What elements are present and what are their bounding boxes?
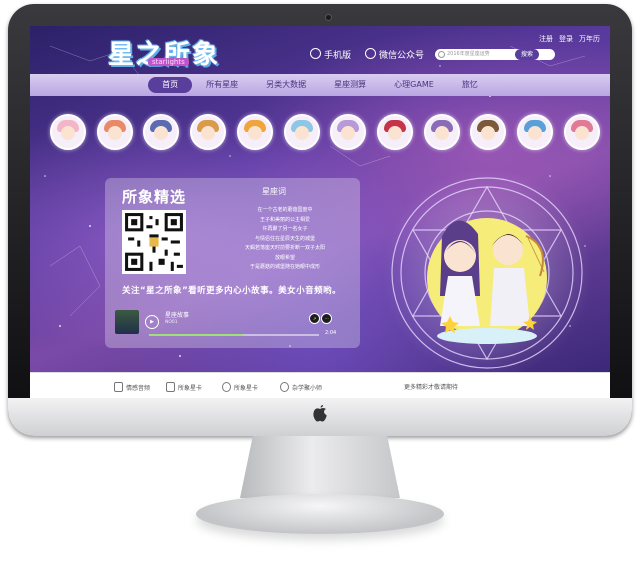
main-nav: 首页 所有星座 另类大数据 星座测算 心理GAME 旅忆 (30, 74, 610, 96)
sign-capricorn[interactable] (470, 114, 507, 150)
search-placeholder: 2016年度星座运势 (447, 51, 490, 57)
wechat-link[interactable]: 微信公众号 (365, 48, 424, 61)
screen: 星之所象 starlights 注册 登录 万年历 手机版 微信公众号 2016… (30, 26, 610, 402)
monitor-stand-base (196, 494, 444, 534)
panel-title: 所象精选 (122, 188, 187, 206)
nav-item-all-signs[interactable]: 所有星座 (192, 77, 252, 93)
footer-label: 所象星卡 (178, 385, 203, 392)
sign-pisces[interactable] (563, 114, 600, 150)
footer-label: 情感音频 (126, 385, 151, 392)
sign-taurus[interactable] (96, 114, 133, 150)
hero-banner: 星之所象 starlights 注册 登录 万年历 手机版 微信公众号 2016… (30, 26, 610, 378)
track-title: 星座故事 (165, 312, 190, 319)
play-button[interactable]: ▶ (145, 315, 159, 329)
poem-line: 天蝎若落座天时前要折断一双子太阳 (244, 245, 325, 251)
sign-scorpio[interactable] (377, 114, 414, 150)
footer-more-text: 更多精彩才敬请期待 (404, 384, 459, 391)
site-logo[interactable]: 星之所象 starlights (90, 32, 270, 70)
phone-icon (310, 48, 321, 59)
footer-label: 所象星卡 (234, 385, 259, 392)
camera-icon (325, 14, 332, 21)
track-time: 2:04 (325, 330, 337, 336)
sign-virgo[interactable] (283, 114, 320, 150)
footer-label: 杂学聚小师 (292, 385, 323, 392)
nav-item-psych-game[interactable]: 心理GAME (380, 77, 448, 93)
mobile-label: 手机版 (324, 51, 352, 61)
search-button[interactable]: 搜索 (515, 49, 539, 60)
progress-fill (149, 334, 243, 336)
poem-line: 许再聚了另一名女子 (262, 226, 308, 232)
apple-logo-icon (313, 405, 327, 422)
poem-line: 与情侣住在星辰天生的城堡 (254, 235, 315, 242)
login-link[interactable]: 登录 (559, 34, 573, 44)
more-icon[interactable]: ⋯ (321, 313, 332, 324)
sign-sagittarius[interactable] (423, 114, 460, 150)
monitor-stand-neck (240, 436, 400, 498)
register-link[interactable]: 注册 (539, 34, 553, 44)
top-links: 注册 登录 万年历 (539, 34, 600, 44)
quick-links: 手机版 微信公众号 (310, 48, 424, 61)
audio-icon (114, 382, 123, 392)
poem-line: 于是蘑菇的城堡随在她眼中成形 (249, 264, 320, 270)
heart-icon (222, 382, 231, 392)
magic-circle-illustration (382, 168, 592, 378)
audio-player: ▶ 星座故事 NO01 ↗ ⋯ 2:04 (115, 306, 355, 338)
mobile-link[interactable]: 手机版 (310, 48, 351, 61)
poem-line: 放眼希望 (274, 254, 295, 261)
sign-gemini[interactable] (143, 114, 180, 150)
track-cover (115, 310, 139, 334)
search-icon (438, 51, 445, 58)
zodiac-sign-row (50, 114, 600, 150)
play-icon: ▶ (150, 319, 154, 325)
gear-icon (280, 382, 289, 392)
sign-cancer[interactable] (190, 114, 227, 150)
sign-aries[interactable] (50, 114, 86, 150)
card-icon (166, 382, 175, 392)
poem-text: 在一个古老的蘑菇国度中 王子和美丽的公主相爱 许再聚了另一名女子 与情侣住在星辰… (215, 206, 355, 273)
calendar-link[interactable]: 万年历 (579, 34, 600, 44)
nav-item-big-data[interactable]: 另类大数据 (252, 77, 320, 93)
sign-aquarius[interactable] (517, 114, 554, 150)
follow-text: 关注“星之所象”看听更多内心小故事。美女小音频哟。 (122, 286, 342, 296)
sign-libra[interactable] (330, 114, 367, 150)
footer-item-trivia[interactable]: 杂学聚小师 (280, 382, 322, 392)
poem-line: 在一个古老的蘑菇国度中 (257, 207, 313, 213)
footer-item-card[interactable]: 所象星卡 (166, 382, 202, 392)
wechat-icon (365, 48, 377, 59)
sign-leo[interactable] (236, 114, 273, 150)
poem-line: 王子和美丽的公主相爱 (259, 216, 310, 223)
nav-item-calculate[interactable]: 星座测算 (320, 77, 380, 93)
progress-bar[interactable] (149, 334, 319, 336)
nav-item-home[interactable]: 首页 (148, 77, 193, 93)
logo-subtitle: starlights (148, 58, 189, 66)
poem-title: 星座词 (262, 187, 286, 196)
footer-item-audio[interactable]: 情感音频 (114, 382, 150, 392)
share-icon[interactable]: ↗ (309, 313, 320, 324)
qr-code (122, 210, 186, 274)
track-artist: NO01 (165, 320, 178, 325)
footer-item-card-favorite[interactable]: 所象星卡 (222, 382, 258, 392)
nav-item-travel[interactable]: 旅忆 (448, 77, 492, 93)
wechat-label: 微信公众号 (379, 51, 425, 61)
